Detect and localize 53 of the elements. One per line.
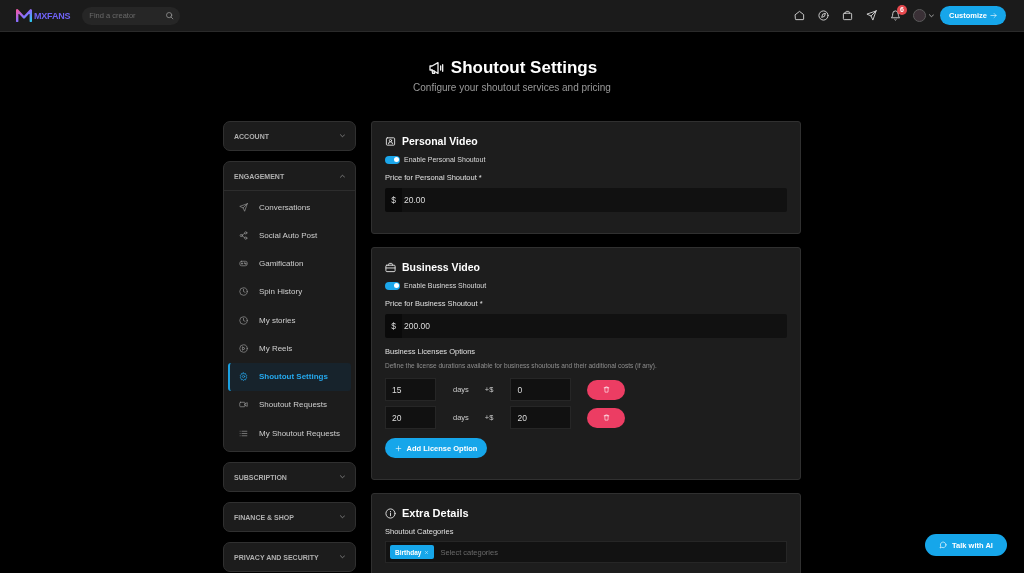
sidebar-item[interactable]: My Reels [228,334,351,363]
contact-card-icon [385,135,396,147]
gear-icon [239,372,248,382]
logo-text[interactable]: MXFANS [34,10,71,21]
info-icon [385,507,396,519]
arrow-right-icon [989,12,997,19]
video-camera-icon [239,400,248,410]
card-title: Extra Details [402,507,469,519]
days-input[interactable]: 20 [385,406,436,429]
play-icon [239,343,248,353]
toggle-switch[interactable] [385,155,400,164]
clock-icon [239,315,248,325]
page-subtitle: Configure your shoutout services and pricing [413,82,611,94]
compass-icon[interactable] [818,10,829,21]
toggle-switch[interactable] [385,281,400,290]
card-title: Personal Video [402,135,478,147]
briefcase-icon [385,261,396,273]
trash-icon [602,414,610,421]
price-input[interactable]: 20.00 [402,188,787,212]
sidebar-item[interactable]: Gamification [228,249,351,278]
list-icon [239,428,248,438]
chat-bubble-icon [939,541,948,549]
gamepad-icon [239,259,248,269]
extra-cost-input[interactable]: 0 [510,378,572,401]
price-input[interactable]: 200.00 [402,314,787,338]
sidebar-item[interactable]: My stories [228,306,351,335]
bell-icon[interactable] [890,10,901,21]
extra-cost-input[interactable]: 20 [510,406,572,429]
share-icon [239,230,248,240]
delete-button[interactable] [587,379,626,400]
sidebar-item[interactable]: Shoutout Requests [228,390,351,419]
card-title: Business Video [402,261,480,273]
currency-prefix: $ [385,188,402,212]
sidebar-item[interactable]: My Shoutout Requests [228,419,351,448]
shopping-bag-icon[interactable] [842,10,853,21]
search-icon[interactable] [165,11,175,20]
home-icon[interactable] [794,10,805,21]
days-input[interactable]: 15 [385,378,436,401]
megaphone-icon [426,60,445,76]
caret-icon[interactable] [929,13,934,18]
sidebar-item[interactable]: Shoutout Settings [228,362,351,391]
send-icon[interactable] [866,10,877,21]
page-title: Shoutout Settings [450,58,598,78]
sidebar-item[interactable]: Conversations [228,193,351,222]
delete-button[interactable] [587,407,626,428]
clock-icon [239,287,248,297]
plus-icon [394,444,402,452]
currency-prefix: $ [385,314,402,338]
send-icon [239,202,248,212]
sidebar-item[interactable]: Social Auto Post [228,221,351,250]
sidebar-item[interactable]: Spin History [228,277,351,306]
trash-icon [602,386,610,393]
logo-icon[interactable] [16,9,32,22]
